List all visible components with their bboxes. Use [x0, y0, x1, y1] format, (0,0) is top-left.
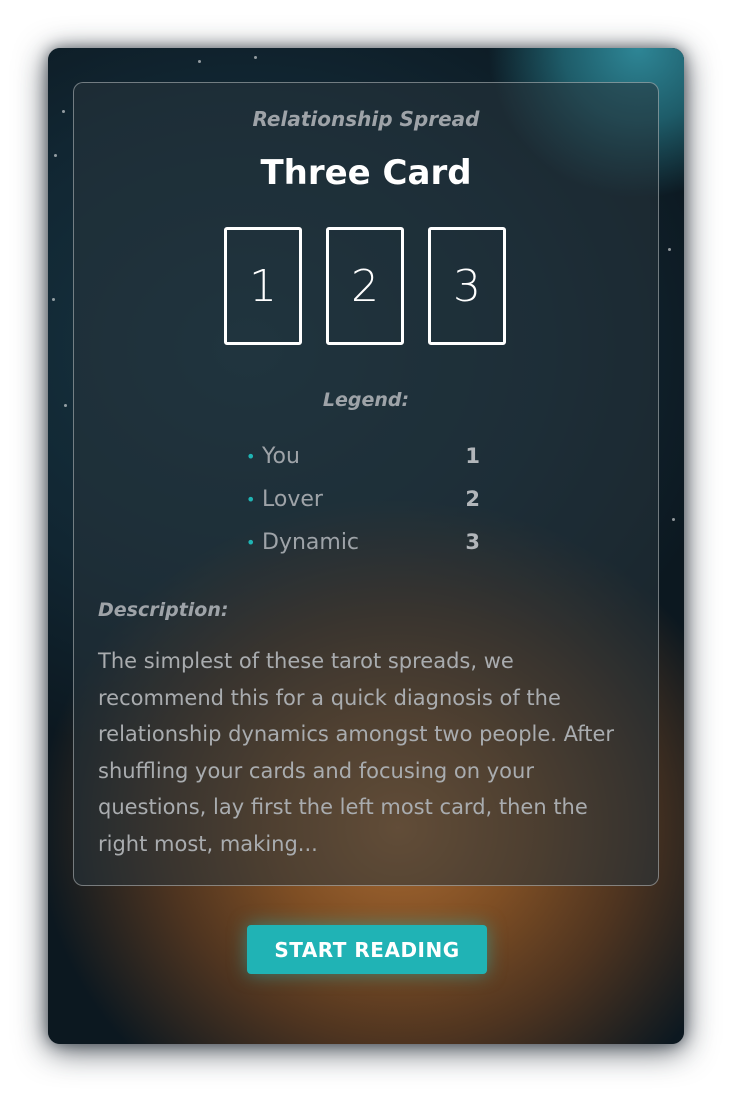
- legend-item-number: 1: [465, 444, 480, 468]
- legend-item-number: 3: [465, 530, 480, 554]
- star-decoration: [62, 110, 65, 113]
- star-decoration: [64, 404, 67, 407]
- spread-panel: Relationship Spread Three Card 1 2 3 Leg…: [73, 82, 659, 886]
- bullet-icon: •: [246, 447, 256, 466]
- star-decoration: [254, 56, 257, 59]
- star-decoration: [668, 248, 671, 251]
- description-text: The simplest of these tarot spreads, we …: [98, 649, 615, 856]
- legend-item: • Dynamic 3: [246, 521, 490, 564]
- legend-item-label: Dynamic: [262, 530, 360, 555]
- legend-item-number: 2: [465, 487, 480, 511]
- spread-title: Three Card: [260, 153, 472, 193]
- bullet-icon: •: [246, 490, 256, 509]
- legend-item-label: Lover: [262, 487, 323, 512]
- star-decoration: [672, 518, 675, 521]
- spread-subtitle: Relationship Spread: [252, 107, 480, 131]
- start-reading-button[interactable]: START READING: [247, 925, 487, 974]
- star-decoration: [52, 298, 55, 301]
- legend-item-label: You: [262, 444, 300, 469]
- legend-item: • Lover 2: [246, 478, 490, 521]
- spread-card: Relationship Spread Three Card 1 2 3 Leg…: [48, 48, 684, 1044]
- card-position-3: 3: [428, 227, 506, 345]
- card-position-2: 2: [326, 227, 404, 345]
- legend-title: Legend:: [322, 389, 410, 411]
- legend-list: • You 1 • Lover 2 • Dynamic 3: [246, 435, 490, 564]
- card-position-1: 1: [224, 227, 302, 345]
- description-title: Description:: [98, 599, 229, 621]
- star-decoration: [198, 60, 201, 63]
- legend-item: • You 1: [246, 435, 490, 478]
- bullet-icon: •: [246, 533, 256, 552]
- card-layout: 1 2 3: [224, 227, 510, 347]
- star-decoration: [54, 154, 57, 157]
